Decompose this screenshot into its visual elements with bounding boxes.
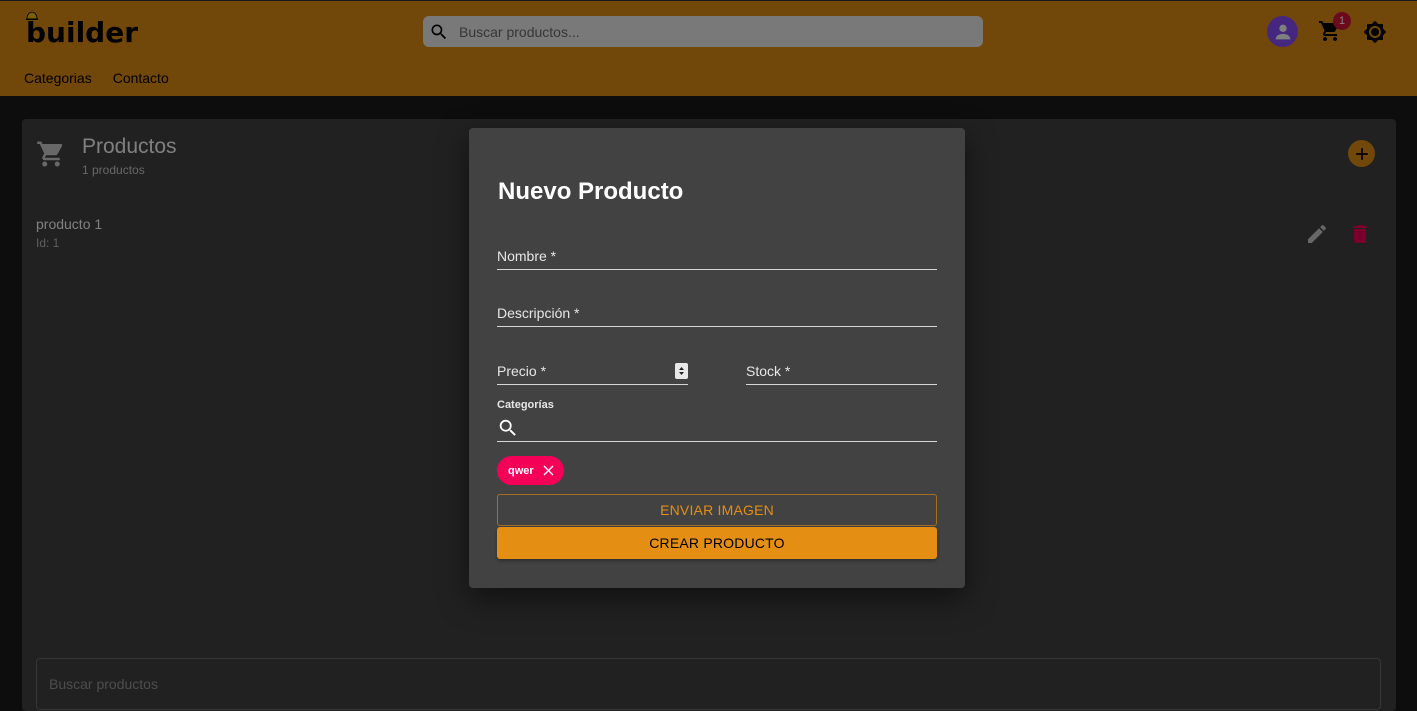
nombre-field[interactable]: Nombre * <box>497 242 937 270</box>
upload-image-button[interactable]: ENVIAR IMAGEN <box>497 494 937 526</box>
descripcion-field[interactable]: Descripción * <box>497 299 937 327</box>
stock-label: Stock * <box>746 363 791 379</box>
category-chip-label: qwer <box>508 464 534 477</box>
stock-field[interactable]: Stock * <box>746 357 937 385</box>
close-icon[interactable] <box>542 464 555 477</box>
dialog-title: Nuevo Producto <box>498 178 684 205</box>
search-icon <box>499 419 516 436</box>
descripcion-label: Descripción * <box>497 305 580 321</box>
stepper-arrows-icon <box>679 367 684 375</box>
create-product-button[interactable]: CREAR PRODUCTO <box>497 527 937 559</box>
new-product-dialog: Nuevo Producto Nombre * Descripción * Pr… <box>469 128 965 588</box>
precio-stepper[interactable] <box>675 363 688 379</box>
categorias-search-field[interactable] <box>497 413 937 442</box>
precio-field[interactable]: Precio * <box>497 357 688 385</box>
precio-label: Precio * <box>497 363 547 379</box>
category-chip: qwer <box>497 456 564 485</box>
categorias-label: Categorías <box>497 399 554 411</box>
nombre-label: Nombre * <box>497 248 557 264</box>
